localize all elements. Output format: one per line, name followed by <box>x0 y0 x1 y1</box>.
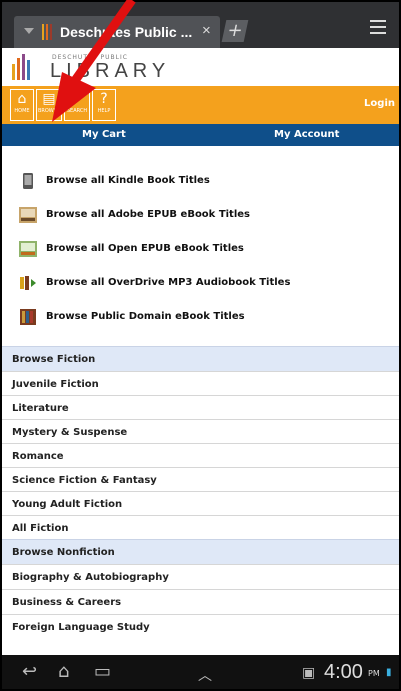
browser-tab[interactable]: Deschutes Public ... × <box>14 16 220 48</box>
search-button[interactable]: ⌕ SEARCH <box>64 89 90 121</box>
browse-adobe-epub-row[interactable]: Browse all Adobe EPUB eBook Titles <box>2 198 399 232</box>
library-logo[interactable]: DESCHUTES PUBLIC LIBRARY <box>2 48 399 86</box>
system-nav-bar: ↩ ⌂ ▭ ︿ ▣ 4:00 PM ▮ <box>2 655 399 689</box>
browse-nonfiction-header: Browse Nonfiction <box>2 539 399 564</box>
category-all-fiction[interactable]: All Fiction <box>2 515 399 539</box>
help-icon: ? <box>100 91 108 107</box>
browser-tab-bar: Deschutes Public ... × + <box>2 2 399 48</box>
logo-title: LIBRARY <box>50 60 171 82</box>
home-button[interactable]: ⌂ HOME <box>10 89 34 121</box>
notification-bag-icon: ▣ <box>302 665 316 681</box>
home-nav-icon[interactable]: ⌂ <box>58 661 69 682</box>
category-foreign-language-study[interactable]: Foreign Language Study <box>2 614 399 638</box>
public-domain-icon <box>18 308 38 326</box>
browse-open-epub-row[interactable]: Browse all Open EPUB eBook Titles <box>2 232 399 266</box>
browse-button[interactable]: ▤ BROWSE <box>36 89 62 121</box>
category-young-adult-fiction[interactable]: Young Adult Fiction <box>2 491 399 515</box>
library-favicon-icon <box>42 24 52 40</box>
back-icon[interactable]: ↩ <box>22 661 37 682</box>
category-science-fiction-fantasy[interactable]: Science Fiction & Fantasy <box>2 467 399 491</box>
browse-fiction-header: Browse Fiction <box>2 346 399 371</box>
category-mystery-suspense[interactable]: Mystery & Suspense <box>2 419 399 443</box>
chevron-up-icon[interactable]: ︿ <box>198 665 212 685</box>
tab-dropdown-icon[interactable] <box>24 28 34 34</box>
home-icon: ⌂ <box>17 91 27 107</box>
my-account-link[interactable]: My Account <box>274 129 339 140</box>
help-button[interactable]: ? HELP <box>92 89 116 121</box>
new-tab-button[interactable]: + <box>221 20 249 42</box>
signal-icon: ▮ <box>386 667 392 678</box>
category-business-careers[interactable]: Business & Careers <box>2 589 399 613</box>
kindle-icon <box>18 172 38 190</box>
recent-apps-icon[interactable]: ▭ <box>94 661 111 682</box>
category-literature[interactable]: Literature <box>2 395 399 419</box>
category-juvenile-fiction[interactable]: Juvenile Fiction <box>2 371 399 395</box>
search-icon: ⌕ <box>73 91 81 107</box>
status-time: 4:00 <box>324 661 363 683</box>
app-frame: Deschutes Public ... × + DESCHUTES PUBLI… <box>0 0 401 691</box>
tab-title: Deschutes Public ... <box>60 24 193 40</box>
logo-bars-icon <box>12 54 34 80</box>
book-icon: ▤ <box>42 91 56 107</box>
open-epub-icon <box>18 240 38 258</box>
account-bar: My Cart My Account <box>2 124 399 146</box>
adobe-epub-icon <box>18 206 38 224</box>
status-ampm: PM <box>368 669 380 678</box>
category-romance[interactable]: Romance <box>2 443 399 467</box>
close-tab-icon[interactable]: × <box>202 22 211 39</box>
mp3-audiobook-icon <box>18 274 38 292</box>
site-toolbar: ⌂ HOME ▤ BROWSE ⌕ SEARCH ? HELP Login <box>2 86 399 124</box>
menu-icon[interactable] <box>370 20 386 38</box>
my-cart-link[interactable]: My Cart <box>82 129 126 140</box>
login-link[interactable]: Login <box>364 98 395 109</box>
category-biography-autobiography[interactable]: Biography & Autobiography <box>2 564 399 588</box>
browse-public-domain-row[interactable]: Browse Public Domain eBook Titles <box>2 300 399 334</box>
browse-kindle-row[interactable]: Browse all Kindle Book Titles <box>2 164 399 198</box>
browse-mp3-audiobook-row[interactable]: Browse all OverDrive MP3 Audiobook Title… <box>2 266 399 300</box>
